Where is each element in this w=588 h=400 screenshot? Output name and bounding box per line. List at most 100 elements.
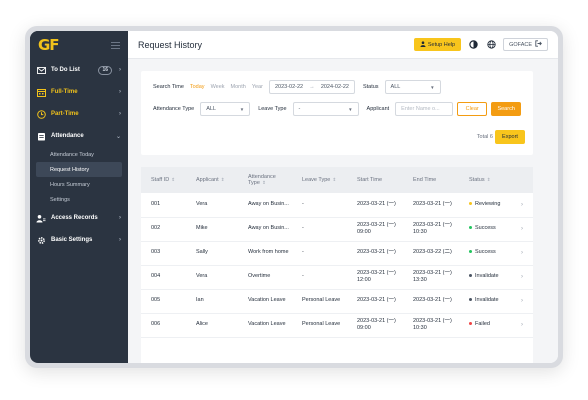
- chevron-right-icon[interactable]: ›: [521, 274, 523, 280]
- cell-attendance-type: Away on Busin...: [238, 193, 292, 218]
- sidebar-item-basic-settings[interactable]: Basic Settings ›: [30, 229, 128, 251]
- time-option-week[interactable]: Week: [211, 84, 225, 90]
- status-text: Success: [475, 249, 496, 256]
- cell-action[interactable]: ›: [511, 265, 533, 290]
- cell-action[interactable]: ›: [511, 193, 533, 218]
- cell-start-time: 2023-03-21 (一) 09:00: [347, 217, 403, 242]
- table-header-row: Staff ID ⇕ Applicant ⇕ Attendance Type ⇕ Le…: [141, 167, 533, 193]
- status-dot: [469, 322, 472, 326]
- cell-applicant: Mike: [186, 217, 238, 242]
- cell-staff-id: 006: [141, 313, 186, 338]
- cell-staff-id: 001: [141, 193, 186, 218]
- leave-type-select[interactable]: - ▼: [292, 102, 359, 116]
- cell-leave-type: -: [292, 241, 347, 266]
- table-row[interactable]: 004 Vera Overtime -2023-03-21 (一) 12:00 2023…: [141, 265, 533, 290]
- date-range-separator: →: [309, 84, 315, 90]
- cell-end-time: 2023-03-22 (二): [403, 241, 459, 266]
- table-row[interactable]: 006 Alice Vacation Leave Personal Leave 2023…: [141, 313, 533, 338]
- time-option-year[interactable]: Year: [252, 84, 263, 90]
- cell-status: Reviewing: [459, 193, 511, 218]
- cell-end-time: 2023-03-21 (一) 10:30: [403, 313, 459, 338]
- user-account-label: GOFACE: [509, 41, 532, 48]
- chevron-right-icon[interactable]: ›: [521, 250, 523, 256]
- col-header-leave-type[interactable]: Leave Type ⇕: [292, 167, 347, 193]
- sidebar-subitem-hours-summary[interactable]: Hours Summary: [30, 177, 128, 192]
- sidebar-subitem-attendance-today[interactable]: Attendance Today: [30, 147, 128, 162]
- chevron-right-icon: ›: [119, 237, 121, 243]
- sidebar-subitem-settings[interactable]: Settings: [30, 192, 128, 207]
- table-row[interactable]: 001 Vera Away on Busin... -2023-03-21 (一) 20…: [141, 193, 533, 218]
- cell-leave-type: Personal Leave: [292, 313, 347, 338]
- sidebar-item-label: Part-Time: [51, 111, 79, 117]
- date-range-picker[interactable]: 2023-02-22 → 2024-02-22: [268, 80, 355, 94]
- time-option-today[interactable]: Today: [190, 84, 205, 90]
- menu-toggle-icon[interactable]: [111, 41, 120, 49]
- cell-start-time: 2023-03-21 (一) 12:00: [347, 265, 403, 290]
- cell-staff-id: 004: [141, 265, 186, 290]
- sort-icon: ⇕: [171, 177, 176, 182]
- sidebar-item-todo[interactable]: To Do List 16 ›: [30, 59, 128, 81]
- table-row[interactable]: 005 Ian Vacation Leave Personal Leave 2023-0…: [141, 289, 533, 314]
- sidebar: GF To Do List 16 › Full-Time › Part-Time…: [30, 31, 128, 363]
- export-button[interactable]: Export: [495, 130, 525, 144]
- app-window: GF To Do List 16 › Full-Time › Part-Time…: [30, 31, 558, 363]
- chevron-right-icon: ›: [119, 67, 121, 73]
- status-dot: [469, 298, 472, 302]
- table-row[interactable]: 003 Sally Work from home -2023-03-21 (一) 202…: [141, 241, 533, 266]
- chevron-right-icon[interactable]: ›: [521, 202, 523, 208]
- sidebar-item-access-records[interactable]: Access Records ›: [30, 207, 128, 229]
- sidebar-item-part-time[interactable]: Part-Time ›: [30, 103, 128, 125]
- filter-row-type: Attendance Type ALL ▼ Leave Type - ▼ App…: [153, 102, 522, 116]
- cell-end-time: 2023-03-21 (一) 10:30: [403, 217, 459, 242]
- attendance-type-label: Attendance Type: [153, 106, 195, 112]
- theme-icon[interactable]: [467, 39, 479, 51]
- sidebar-subitem-request-history[interactable]: Request History: [36, 162, 122, 177]
- time-option-month[interactable]: Month: [231, 84, 246, 90]
- col-header-attendance-type[interactable]: Attendance Type ⇕: [238, 167, 292, 193]
- cell-action[interactable]: ›: [511, 313, 533, 338]
- sidebar-item-full-time[interactable]: Full-Time ›: [30, 81, 128, 103]
- chevron-right-icon[interactable]: ›: [521, 322, 523, 328]
- clear-button[interactable]: Clear: [457, 102, 488, 116]
- cell-status: Success: [459, 241, 511, 266]
- search-button[interactable]: Search: [491, 102, 522, 116]
- sidebar-item-label: Attendance: [51, 133, 84, 139]
- cell-leave-type: -: [292, 265, 347, 290]
- attendance-type-select[interactable]: ALL ▼: [200, 102, 251, 116]
- users-icon: [36, 213, 46, 223]
- cell-status: Failed: [459, 313, 511, 338]
- chevron-down-icon: ▼: [239, 106, 245, 112]
- setup-help-button[interactable]: Setup Help: [413, 38, 462, 51]
- col-header-staff-id[interactable]: Staff ID ⇕: [141, 167, 186, 193]
- status-select[interactable]: ALL ▼: [384, 80, 441, 94]
- chevron-right-icon[interactable]: ›: [521, 226, 523, 232]
- status-text: Invalidate: [475, 273, 499, 280]
- date-start: 2023-02-22: [274, 84, 304, 90]
- date-end: 2024-02-22: [320, 84, 349, 90]
- sort-icon: ⇕: [220, 177, 225, 182]
- sort-icon: ⇕: [486, 177, 491, 182]
- user-account-button[interactable]: GOFACE: [503, 38, 548, 51]
- cell-status: Invalidate: [459, 265, 511, 290]
- leave-type-value: -: [298, 106, 301, 112]
- col-header-applicant[interactable]: Applicant ⇕: [186, 167, 238, 193]
- main-content: Request History Setup Help GOFACE Search…: [128, 31, 558, 363]
- chevron-right-icon[interactable]: ›: [521, 298, 523, 304]
- gear-icon: [36, 235, 46, 245]
- clipboard-icon: [36, 131, 46, 141]
- cell-start-time: 2023-03-21 (一): [347, 193, 403, 218]
- sort-icon: ⇕: [332, 177, 337, 182]
- table-row[interactable]: 002 Mike Away on Busin... -2023-03-21 (一) 0…: [141, 217, 533, 242]
- sidebar-item-attendance[interactable]: Attendance ⌄: [30, 125, 128, 147]
- status-dot: [469, 226, 472, 230]
- device-frame: GF To Do List 16 › Full-Time › Part-Time…: [25, 26, 563, 368]
- cell-applicant: Ian: [186, 289, 238, 314]
- applicant-input[interactable]: Enter Name o...: [395, 102, 454, 116]
- globe-icon[interactable]: [485, 39, 497, 51]
- cell-action[interactable]: ›: [511, 289, 533, 314]
- cell-action[interactable]: ›: [511, 217, 533, 242]
- col-header-status[interactable]: Status ⇕: [459, 167, 511, 193]
- cell-action[interactable]: ›: [511, 241, 533, 266]
- setup-help-label: Setup Help: [427, 41, 456, 48]
- attendance-type-value: ALL: [206, 106, 216, 112]
